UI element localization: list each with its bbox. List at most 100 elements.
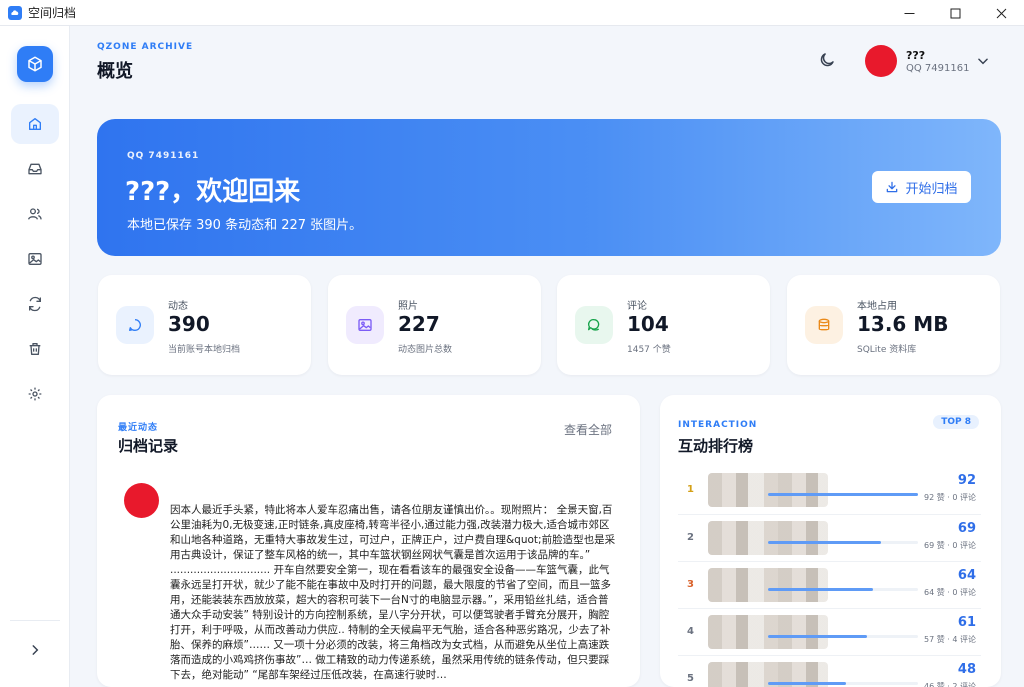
user-id: QQ 7491161 bbox=[906, 63, 970, 74]
hero-summary: 本地已保存 390 条动态和 227 张图片。 bbox=[127, 218, 363, 233]
stat-label: 本地占用 bbox=[857, 301, 897, 312]
rank-bar-track bbox=[768, 541, 918, 544]
stat-icon-box bbox=[346, 306, 384, 344]
stat-note: 1457 个赞 bbox=[627, 345, 671, 355]
view-all-link[interactable]: 查看全部 bbox=[564, 421, 612, 438]
stat-value: 227 bbox=[398, 312, 440, 336]
database-icon bbox=[818, 318, 830, 331]
stat-icon-box bbox=[575, 306, 613, 344]
blurred-thumbnail bbox=[708, 615, 828, 649]
chevron-down-icon[interactable] bbox=[976, 54, 990, 68]
maximize-icon bbox=[950, 8, 960, 18]
hero-account: QQ 7491161 bbox=[127, 151, 200, 161]
gear-icon bbox=[28, 387, 42, 401]
rank-detail: 69 赞 · 0 评论 bbox=[924, 541, 976, 550]
nav-friends[interactable] bbox=[11, 194, 59, 234]
stat-icon-box bbox=[116, 306, 154, 344]
window-title: 空间归档 bbox=[28, 6, 77, 20]
stat-note: 当前账号本地归档 bbox=[168, 345, 241, 355]
ranking-eyebrow: INTERACTION bbox=[678, 420, 758, 430]
photo-icon bbox=[358, 319, 372, 331]
close-icon bbox=[996, 8, 1006, 18]
rank-bar-fill bbox=[768, 635, 867, 638]
ranking-panel: INTERACTION 互动排行榜 TOP 8 1 92 92 赞 · 0 评论 2 6… bbox=[660, 395, 1001, 687]
app-icon bbox=[8, 5, 22, 20]
stat-label: 动态 bbox=[168, 301, 188, 312]
rank-score: 64 bbox=[957, 568, 976, 583]
minimize-button[interactable] bbox=[886, 0, 932, 26]
moon-icon[interactable] bbox=[818, 51, 836, 69]
stat-note: SQLite 资料库 bbox=[857, 345, 917, 355]
rank-detail: 46 赞 · 2 评论 bbox=[924, 682, 976, 687]
ranking-row[interactable]: 5 48 46 赞 · 2 评论 bbox=[678, 655, 981, 687]
rank-bar-track bbox=[768, 635, 918, 638]
ranking-row[interactable]: 3 64 64 赞 · 0 评论 bbox=[678, 561, 981, 607]
post-avatar bbox=[124, 483, 159, 518]
user-avatar[interactable] bbox=[865, 45, 897, 77]
chat-bubble-icon bbox=[129, 319, 141, 331]
rank-number: 2 bbox=[687, 532, 694, 543]
expand-sidebar-button[interactable] bbox=[27, 642, 43, 658]
rank-detail: 64 赞 · 0 评论 bbox=[924, 588, 976, 597]
welcome-banner: QQ 7491161 ???，欢迎回来 本地已保存 390 条动态和 227 张… bbox=[97, 119, 1001, 256]
rank-score: 61 bbox=[957, 615, 976, 630]
stat-value: 13.6 MB bbox=[857, 312, 949, 336]
close-button[interactable] bbox=[978, 0, 1024, 26]
blurred-thumbnail bbox=[708, 521, 828, 555]
post-text[interactable]: 因本人最近手头紧，特此将本人爱车忍痛出售，请各位朋友谨慎出价。。现附照片： 全景… bbox=[170, 503, 618, 683]
minimize-icon bbox=[904, 12, 914, 14]
blurred-thumbnail bbox=[708, 568, 828, 602]
page-title: 概览 bbox=[97, 61, 133, 82]
rank-detail: 92 赞 · 0 评论 bbox=[924, 493, 976, 502]
stat-card-comments: 评论 104 1457 个赞 bbox=[557, 275, 770, 375]
users-icon bbox=[28, 208, 42, 220]
ranking-row[interactable]: 2 69 69 赞 · 0 评论 bbox=[678, 514, 981, 560]
refresh-icon bbox=[29, 296, 41, 312]
nav-sync[interactable] bbox=[11, 284, 59, 324]
rank-bar-fill bbox=[768, 541, 881, 544]
ranking-row[interactable]: 1 92 92 赞 · 0 评论 bbox=[678, 467, 981, 513]
top-badge: TOP 8 bbox=[933, 415, 979, 429]
nav-inbox[interactable] bbox=[11, 149, 59, 189]
sidebar bbox=[0, 26, 70, 687]
blurred-thumbnail bbox=[708, 473, 828, 507]
hero-greeting: ???，欢迎回来 bbox=[125, 177, 301, 207]
rank-number: 3 bbox=[687, 579, 694, 590]
trash-icon bbox=[29, 343, 41, 355]
rank-score: 48 bbox=[957, 662, 976, 677]
rank-bar-track bbox=[768, 493, 918, 496]
sidebar-divider bbox=[10, 620, 60, 621]
rank-score: 92 bbox=[957, 473, 976, 488]
cube-icon bbox=[28, 56, 42, 72]
archive-title: 归档记录 bbox=[118, 437, 179, 455]
stat-card-posts: 动态 390 当前账号本地归档 bbox=[98, 275, 311, 375]
app-logo-button[interactable] bbox=[17, 46, 53, 82]
ranking-title: 互动排行榜 bbox=[678, 437, 754, 455]
stat-icon-box bbox=[805, 306, 843, 344]
nav-photos[interactable] bbox=[11, 239, 59, 279]
stat-label: 照片 bbox=[398, 301, 418, 312]
nav-settings[interactable] bbox=[11, 374, 59, 414]
rank-bar-fill bbox=[768, 493, 918, 496]
user-name: ??? bbox=[906, 49, 926, 62]
stat-value: 390 bbox=[168, 312, 210, 336]
inbox-icon bbox=[28, 163, 42, 175]
nav-trash[interactable] bbox=[11, 329, 59, 369]
rank-bar-track bbox=[768, 588, 918, 591]
maximize-button[interactable] bbox=[932, 0, 978, 26]
archive-panel: 最近动态 归档记录 查看全部 因本人最近手头紧，特此将本人爱车忍痛出售，请各位朋… bbox=[97, 395, 640, 687]
rank-number: 4 bbox=[687, 626, 694, 637]
rank-bar-track bbox=[768, 682, 918, 685]
comment-icon bbox=[588, 318, 600, 331]
start-archive-button[interactable]: 开始归档 bbox=[872, 171, 971, 203]
download-icon bbox=[887, 181, 898, 193]
nav-overview[interactable] bbox=[11, 104, 59, 144]
rank-bar-fill bbox=[768, 588, 873, 591]
image-icon bbox=[28, 253, 42, 265]
stat-note: 动态图片总数 bbox=[398, 345, 453, 355]
stat-card-photos: 照片 227 动态图片总数 bbox=[328, 275, 541, 375]
stat-label: 评论 bbox=[627, 301, 647, 312]
rank-number: 5 bbox=[687, 673, 694, 684]
rank-score: 69 bbox=[957, 521, 976, 536]
ranking-row[interactable]: 4 61 57 赞 · 4 评论 bbox=[678, 608, 981, 654]
